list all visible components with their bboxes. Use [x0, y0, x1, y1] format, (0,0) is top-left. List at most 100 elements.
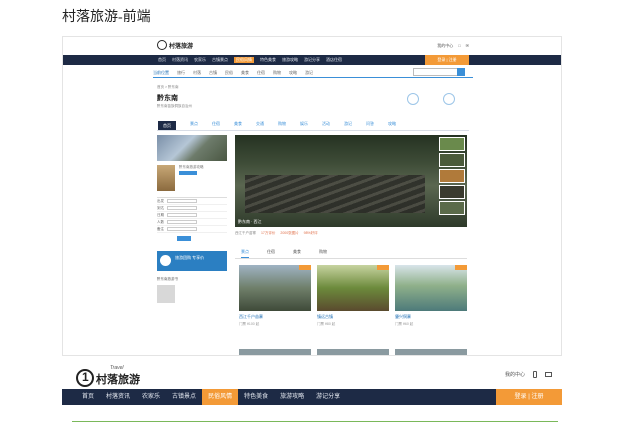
- nav-item-hotels[interactable]: 酒店住宿: [326, 57, 342, 63]
- nav-item-travelogue[interactable]: 游记分享: [310, 389, 346, 405]
- card-image: [317, 265, 389, 311]
- phone-icon[interactable]: □: [458, 43, 460, 49]
- logo-ring-icon: [76, 368, 94, 387]
- tab-item[interactable]: 活动: [322, 121, 330, 130]
- tab-item[interactable]: 问答: [366, 121, 374, 130]
- destination-tabs: 首页 景点 住宿 美食 交通 购物 娱乐 活动 游记 问答 攻略: [157, 121, 469, 131]
- card-image[interactable]: [317, 349, 389, 355]
- book-title[interactable]: 黔东南旅游攻略: [179, 165, 204, 170]
- sub-nav-item[interactable]: 攻略: [289, 70, 297, 77]
- attraction-card[interactable]: 肇兴侗寨 门票 ¥60 起: [395, 265, 467, 327]
- nav-item-towns[interactable]: 古镇景点: [166, 389, 202, 405]
- nav-item-towns[interactable]: 古镇景点: [212, 57, 228, 63]
- header-logo[interactable]: 村落旅游 Travel: [76, 365, 140, 387]
- sub-nav-item[interactable]: 游记: [305, 70, 313, 77]
- nav-item-farmstay[interactable]: 农家乐: [136, 389, 166, 405]
- page-subtitle: 黔东南苗族侗族自治州: [157, 104, 192, 108]
- form-label: 出发: [157, 198, 164, 203]
- sub-nav-item[interactable]: 民俗: [225, 70, 233, 77]
- share-icon[interactable]: [443, 93, 455, 105]
- form-label: 人数: [157, 219, 164, 224]
- thumbnail[interactable]: [439, 153, 465, 167]
- form-field[interactable]: [167, 213, 197, 217]
- tab-item[interactable]: 攻略: [388, 121, 396, 130]
- destination-photo[interactable]: [157, 135, 227, 161]
- tab-item[interactable]: 娱乐: [300, 121, 308, 130]
- action-circles: [407, 93, 455, 105]
- nav-item-folk[interactable]: 民俗风情: [234, 57, 254, 63]
- form-field[interactable]: [167, 227, 197, 231]
- tab-item[interactable]: 游记: [344, 121, 352, 130]
- card-image[interactable]: [239, 349, 311, 355]
- form-field[interactable]: [167, 206, 197, 210]
- sub-nav-item[interactable]: 住宿: [257, 70, 265, 77]
- nav-item-food[interactable]: 特色美食: [260, 57, 276, 63]
- submit-button[interactable]: [177, 236, 191, 241]
- hero-meta: 西江千户苗寨 17万评价 2000张图片 98%好评: [235, 231, 318, 235]
- category-tabs: 景点 住宿 美食 购物: [235, 249, 467, 259]
- tab-food[interactable]: 美食: [293, 249, 301, 258]
- left-column: 黔东南旅游攻略 出发 到达 日期 人数 备注 旅游团购 专享价 黔东南旅游书: [157, 135, 227, 345]
- search-input[interactable]: [413, 68, 465, 76]
- meta-tag: 2000张图片: [280, 231, 299, 235]
- tab-item[interactable]: 住宿: [212, 121, 220, 130]
- login-button[interactable]: 登录 | 注册: [496, 389, 562, 405]
- sub-nav-item[interactable]: 古镇: [209, 70, 217, 77]
- thumbnail[interactable]: [439, 137, 465, 151]
- page-title: 黔东南: [157, 95, 178, 102]
- tab-item[interactable]: 景点: [190, 121, 198, 130]
- search-icon[interactable]: [457, 68, 465, 76]
- nav-item-guides[interactable]: 旅游攻略: [274, 389, 310, 405]
- phone-icon[interactable]: [533, 371, 537, 378]
- book-cover-image[interactable]: [157, 165, 175, 191]
- badge-icon: [455, 265, 467, 270]
- header-utilities: 我的中心: [505, 371, 552, 378]
- attraction-card[interactable]: 镇远古镇 门票 ¥80 起: [317, 265, 389, 327]
- sub-nav-item[interactable]: 旅行: [177, 70, 185, 77]
- attraction-card[interactable]: 西江千户苗寨 门票 ¥100 起: [239, 265, 311, 327]
- login-button[interactable]: 登录 | 注册: [425, 55, 469, 65]
- nav-item-travelogue[interactable]: 游记分享: [304, 57, 320, 63]
- card-image[interactable]: [395, 349, 467, 355]
- user-center-link[interactable]: 我的中心: [437, 43, 453, 49]
- nav-item-home[interactable]: 首页: [76, 389, 100, 405]
- tab-home[interactable]: 首页: [158, 121, 176, 130]
- nav-item-food[interactable]: 特色美食: [238, 389, 274, 405]
- favorite-icon[interactable]: [407, 93, 419, 105]
- tab-attractions[interactable]: 景点: [241, 249, 249, 258]
- thumbnail[interactable]: [439, 169, 465, 183]
- site-logo[interactable]: 村落旅游: [157, 40, 193, 50]
- mail-icon[interactable]: ✉: [466, 43, 469, 49]
- hero-photo[interactable]: 黔东南 · 西江: [235, 135, 467, 227]
- nav-item-farmstay[interactable]: 农家乐: [194, 57, 206, 63]
- tab-shopping[interactable]: 购物: [319, 249, 327, 258]
- user-center-link[interactable]: 我的中心: [505, 371, 525, 378]
- tab-item[interactable]: 美食: [234, 121, 242, 130]
- tab-item[interactable]: 交通: [256, 121, 264, 130]
- thumbnail[interactable]: [439, 201, 465, 215]
- nav-item-news[interactable]: 村落资讯: [172, 57, 188, 63]
- promo-banner[interactable]: 旅游团购 专享价: [157, 251, 227, 271]
- form-field[interactable]: [167, 220, 197, 224]
- sub-nav-item[interactable]: 村落: [193, 70, 201, 77]
- related-book: 黔东南旅游书: [157, 277, 227, 303]
- more-cards: [239, 349, 467, 355]
- hero-caption: 黔东南 · 西江: [238, 219, 262, 224]
- nav-item-folk[interactable]: 民俗风情: [202, 389, 239, 405]
- sub-nav-item[interactable]: 当前位置: [153, 70, 169, 77]
- tab-lodging[interactable]: 住宿: [267, 249, 275, 258]
- nav-item-guides[interactable]: 旅游攻略: [282, 57, 298, 63]
- thumbnail[interactable]: [439, 185, 465, 199]
- document-title: 村落旅游-前端: [62, 10, 151, 25]
- book-thumbnail[interactable]: [157, 285, 175, 303]
- sub-nav-item[interactable]: 购物: [273, 70, 281, 77]
- sub-nav-item[interactable]: 美食: [241, 70, 249, 77]
- mail-icon[interactable]: [545, 372, 552, 377]
- attraction-cards: 西江千户苗寨 门票 ¥100 起 镇远古镇 门票 ¥80 起 肇兴侗寨 门票 ¥…: [239, 265, 467, 327]
- form-field[interactable]: [167, 199, 197, 203]
- breadcrumb: 首页 > 黔东南: [157, 85, 179, 89]
- nav-item-home[interactable]: 首页: [158, 57, 166, 63]
- tab-item[interactable]: 购物: [278, 121, 286, 130]
- nav-item-news[interactable]: 村落资讯: [100, 389, 136, 405]
- download-button[interactable]: [179, 171, 197, 175]
